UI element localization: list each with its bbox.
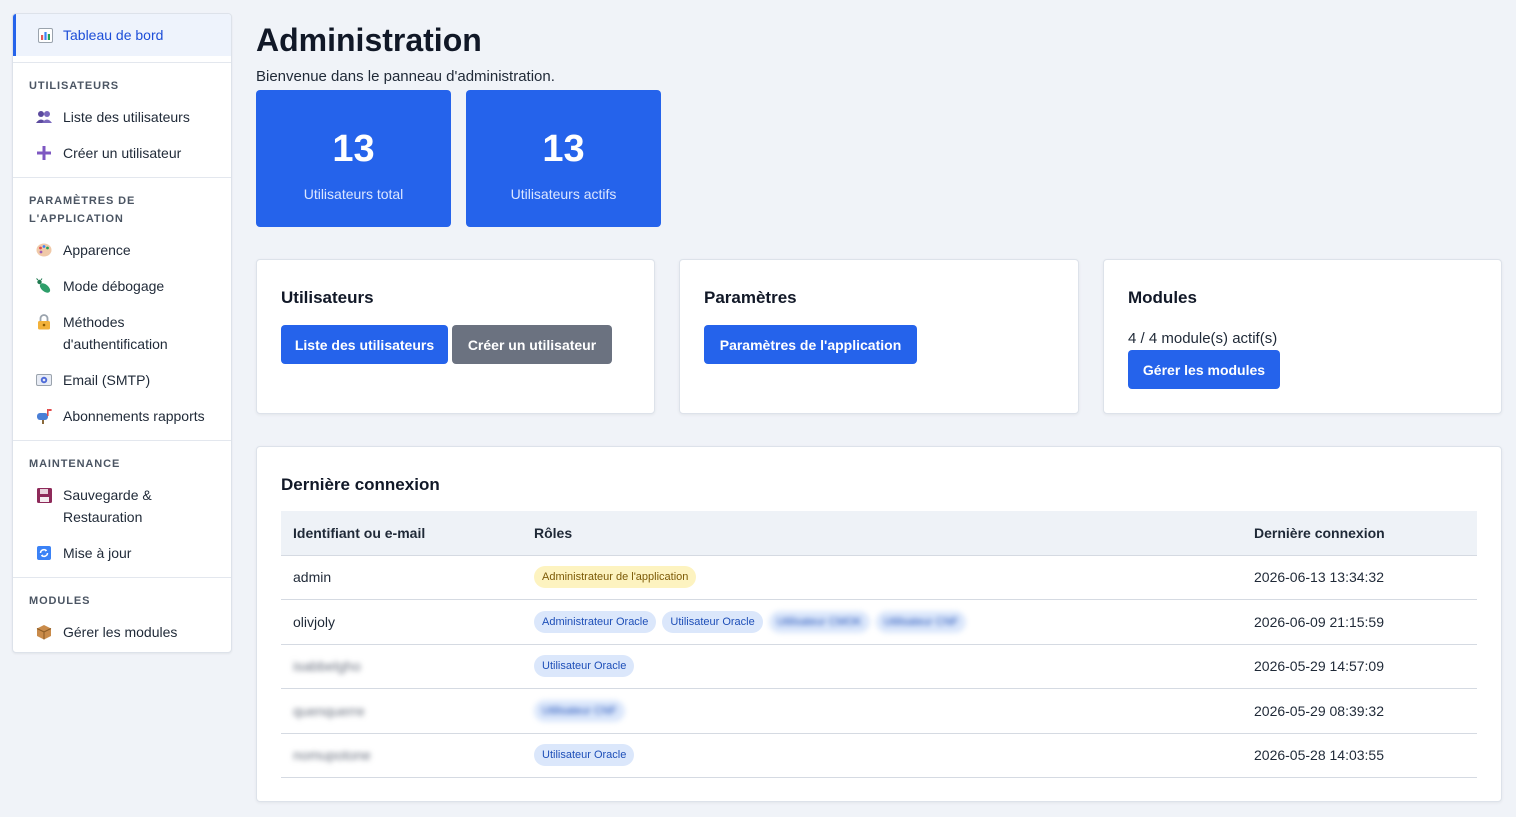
role-badge: Administrateur de l'application (534, 566, 697, 589)
roles-cell: Utilisateur Oracle (522, 644, 1242, 689)
sidebar-item-label: Sauvegarde & Restauration (63, 487, 152, 525)
user-list-button[interactable]: Liste des utilisateurs (281, 325, 448, 364)
sidebar-item-label: Liste des utilisateurs (63, 109, 190, 125)
bug-icon (35, 275, 53, 297)
last-login-table: Identifiant ou e-mail Rôles Dernière con… (281, 511, 1477, 778)
create-user-button[interactable]: Créer un utilisateur (452, 325, 612, 364)
sidebar-item-dashboard[interactable]: Tableau de bord (13, 14, 231, 56)
page-subtitle: Bienvenue dans le panneau d'administrati… (256, 68, 555, 85)
page-title: Administration (256, 22, 482, 58)
card-title: Utilisateurs (281, 288, 374, 307)
refresh-icon (35, 542, 53, 564)
app-settings-button[interactable]: Paramètres de l'application (704, 325, 917, 364)
role-badge: Administrateur Oracle (534, 610, 657, 633)
user-cell: quenquerre (281, 688, 522, 734)
stat-label: Utilisateurs actifs (510, 186, 617, 202)
sidebar-item-update[interactable]: Mise à jour (13, 535, 231, 571)
mailbox-icon (35, 405, 53, 427)
lock-icon (35, 311, 53, 333)
role-badge: Utilisateur CNF (875, 610, 967, 633)
table-row[interactable]: nomupotone Utilisateur Oracle 2026-05-28 1… (281, 733, 1477, 778)
role-badge: Utilisateur CMOK (768, 610, 870, 633)
roles-cell: Administrateur de l'application (522, 555, 1242, 600)
column-header: Identifiant ou e-mail (281, 511, 522, 556)
stat-card-total-users: 13 Utilisateurs total (256, 90, 451, 227)
settings-card: Paramètres Paramètres de l'application (679, 259, 1079, 414)
sidebar-item-label: Abonnements rapports (63, 408, 205, 424)
stat-card-active-users: 13 Utilisateurs actifs (466, 90, 661, 227)
palette-icon (35, 239, 53, 261)
stat-label: Utilisateurs total (303, 186, 404, 202)
user-cell: olivjoly (281, 599, 522, 645)
user-cell: isabbelgho (281, 644, 522, 689)
roles-cell: Utilisateur CNF (522, 688, 1242, 734)
last-login-cell: 2026-05-29 08:39:32 (1242, 688, 1477, 734)
modules-count: 4 / 4 module(s) actif(s) (1128, 330, 1278, 347)
sidebar-item-user-list[interactable]: Liste des utilisateurs (13, 99, 231, 135)
modules-card: Modules 4 / 4 module(s) actif(s) Gérer l… (1103, 259, 1502, 414)
section-title-users: UTILISATEURS (29, 80, 120, 92)
last-login-cell: 2026-05-29 14:57:09 (1242, 644, 1477, 689)
bar-chart-icon (38, 27, 53, 43)
card-title: Dernière connexion (281, 475, 440, 494)
table-row[interactable]: isabbelgho Utilisateur Oracle 2026-05-29 1… (281, 644, 1477, 689)
section-title-modules: MODULES (29, 595, 91, 607)
column-header: Rôles (522, 511, 1242, 556)
last-login-cell: 2026-05-28 14:03:55 (1242, 733, 1477, 778)
package-icon (35, 621, 53, 643)
username: quenquerre (293, 702, 365, 719)
plus-icon (35, 142, 53, 164)
manage-modules-button[interactable]: Gérer les modules (1128, 350, 1280, 389)
sidebar-item-email-smtp[interactable]: Email (SMTP) (13, 362, 231, 398)
user-cell: admin (281, 555, 522, 600)
sidebar-item-debug-mode[interactable]: Mode débogage (13, 268, 231, 304)
roles-cell: Utilisateur Oracle (522, 733, 1242, 778)
section-title-app-settings: PARAMÈTRES DE L'APPLICATION (29, 195, 136, 225)
sidebar: Tableau de bord UTILISATEURS Liste des u… (12, 13, 232, 653)
table-row[interactable]: olivjoly Administrateur Oracle Utilisateur… (281, 599, 1477, 645)
sidebar-item-manage-modules[interactable]: Gérer les modules (13, 614, 231, 650)
sidebar-item-create-user[interactable]: Créer un utilisateur (13, 135, 231, 171)
username: isabbelgho (293, 658, 361, 675)
card-title: Paramètres (704, 288, 797, 307)
section-title-maintenance: MAINTENANCE (29, 458, 121, 470)
sidebar-item-backup-restore[interactable]: Sauvegarde & Restauration (13, 477, 231, 535)
table-header-row: Identifiant ou e-mail Rôles Dernière con… (281, 511, 1477, 556)
last-login-cell: 2026-06-13 13:34:32 (1242, 555, 1477, 600)
sidebar-item-report-subscriptions[interactable]: Abonnements rapports (13, 398, 231, 434)
stat-value: 13 (542, 128, 585, 170)
column-header: Dernière connexion (1242, 511, 1477, 556)
sidebar-item-label: Méthodes d'authentification (63, 314, 168, 352)
table-row[interactable]: quenquerre Utilisateur CNF 2026-05-29 08:3… (281, 688, 1477, 734)
card-title: Modules (1128, 288, 1197, 307)
email-icon (35, 369, 53, 391)
username: olivjoly (293, 613, 336, 630)
sidebar-item-label: Email (SMTP) (63, 372, 151, 388)
role-badge: Utilisateur Oracle (534, 655, 635, 678)
role-badge: Utilisateur Oracle (534, 744, 635, 767)
sidebar-item-label: Mise à jour (63, 545, 132, 561)
sidebar-item-label: Apparence (63, 242, 131, 258)
sidebar-item-appearance[interactable]: Apparence (13, 232, 231, 268)
username: nomupotone (293, 747, 371, 764)
sidebar-item-auth-methods[interactable]: Méthodes d'authentification (13, 304, 231, 362)
floppy-disk-icon (35, 484, 53, 506)
roles-cell: Administrateur Oracle Utilisateur Oracle U… (522, 599, 1242, 645)
sidebar-item-label: Créer un utilisateur (63, 145, 182, 161)
stat-value: 13 (332, 128, 375, 170)
users-icon (35, 106, 53, 128)
user-cell: nomupotone (281, 733, 522, 778)
sidebar-item-label: Gérer les modules (63, 624, 178, 640)
role-badge: Utilisateur Oracle (662, 610, 763, 633)
sidebar-item-label: Tableau de bord (63, 27, 164, 43)
table-row[interactable]: admin Administrateur de l'application 2026… (281, 555, 1477, 600)
username: admin (293, 569, 332, 586)
sidebar-item-label: Mode débogage (63, 278, 165, 294)
last-login-cell: 2026-06-09 21:15:59 (1242, 599, 1477, 645)
last-login-card: Dernière connexion Identifiant ou e-mail… (256, 446, 1502, 802)
users-card: Utilisateurs Liste des utilisateurs Crée… (256, 259, 655, 414)
role-badge: Utilisateur CNF (534, 699, 625, 722)
